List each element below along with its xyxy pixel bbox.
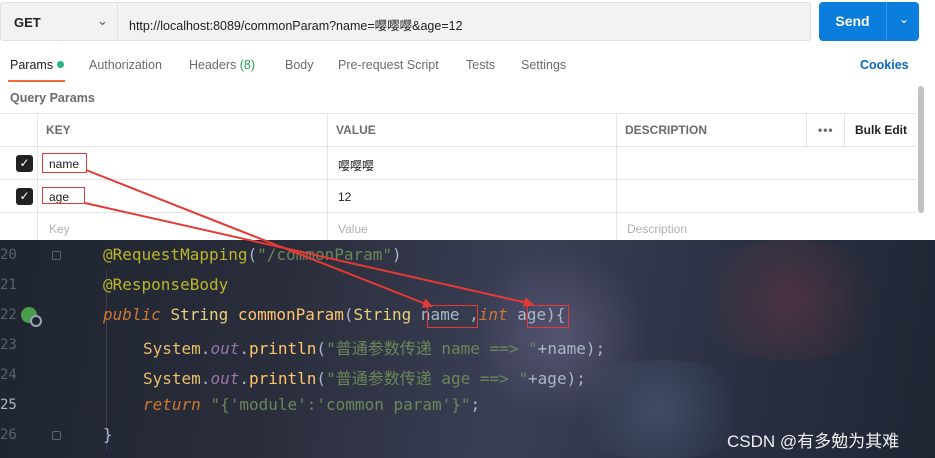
keyword-token: return [143, 395, 201, 414]
class-token: System [143, 369, 201, 388]
tab-authorization[interactable]: Authorization [89, 58, 162, 72]
fold-icon[interactable] [52, 431, 61, 440]
bulk-edit-button[interactable]: Bulk Edit [844, 114, 916, 146]
method-token: println [248, 369, 317, 388]
key-name-highlight [42, 153, 87, 173]
more-options-icon[interactable]: ••• [806, 114, 844, 146]
url-input[interactable]: http://localhost:8089/commonParam?name=嘤… [118, 2, 811, 41]
code-editor: 20 21 22 23 24 25 26 @RequestMapping("/c… [0, 240, 935, 458]
code-line-22: public String commonParam(String name ,i… [103, 305, 566, 324]
chevron-down-icon: ⌄ [97, 13, 108, 28]
send-label: Send [835, 13, 870, 29]
keyword-token: public [103, 305, 161, 324]
method-label: GET [14, 15, 41, 30]
send-button[interactable]: Send ⌄ [819, 2, 919, 41]
string-token: "{'module':'common param'}" [210, 395, 471, 414]
tab-tests[interactable]: Tests [466, 58, 495, 72]
send-divider [886, 2, 887, 41]
tab-headers-label: Headers [189, 58, 237, 72]
new-value-placeholder[interactable]: Value [327, 213, 616, 240]
query-params-title: Query Params [10, 91, 95, 105]
vertical-scrollbar[interactable] [918, 86, 924, 213]
string-token: "普通参数传递 name ==> " [326, 339, 538, 358]
column-header-key: KEY [37, 114, 327, 146]
indent-guide [106, 270, 107, 450]
tab-headers[interactable]: Headers (8) [189, 58, 255, 72]
annotation-token: @ResponseBody [103, 275, 229, 294]
code-line-20: @RequestMapping("/commonParam") [103, 245, 402, 264]
class-token: System [143, 339, 201, 358]
method-name-token: commonParam [237, 305, 344, 324]
key-age-highlight [42, 187, 85, 204]
method-token: println [248, 339, 317, 358]
background-art [680, 240, 900, 360]
var-token: name [547, 339, 586, 358]
tab-params-label: Params [10, 58, 54, 72]
params-active-dot-icon [57, 61, 65, 68]
param-description-cell[interactable] [616, 147, 916, 179]
line-number: 25 [0, 397, 17, 413]
type-token: String [353, 305, 412, 324]
string-token: "/commonParam" [257, 245, 392, 264]
line-number: 20 [0, 247, 17, 263]
param-age-highlight [527, 305, 569, 328]
cookies-link[interactable]: Cookies [860, 58, 909, 72]
line-number: 24 [0, 367, 17, 383]
spring-endpoint-icon[interactable] [21, 307, 42, 327]
line-number: 21 [0, 277, 17, 293]
column-header-value: VALUE [327, 114, 616, 146]
tab-settings[interactable]: Settings [521, 58, 566, 72]
line-number: 23 [0, 337, 17, 353]
field-token: out [210, 369, 240, 388]
code-line-26: } [103, 425, 113, 444]
table-row-new: Key Value Description [0, 213, 916, 240]
param-name-highlight [427, 305, 478, 328]
field-token: out [210, 339, 240, 358]
code-line-21: @ResponseBody [103, 275, 228, 294]
code-line-23: System.out.println("普通参数传递 name ==> "+na… [143, 339, 606, 358]
param-description-cell[interactable] [616, 180, 916, 212]
code-line-25: return "{'module':'common param'}"; [143, 395, 481, 414]
table-header-row: KEY VALUE DESCRIPTION ••• Bulk Edit [0, 114, 916, 147]
line-number: 26 [0, 427, 17, 443]
active-tab-indicator [8, 80, 65, 82]
method-select[interactable]: GET ⌄ [0, 2, 118, 41]
keyword-token: int [478, 305, 508, 324]
table-row: ✓ age 12 [0, 180, 916, 213]
string-token: "普通参数传递 age ==> " [326, 369, 529, 388]
query-params-table: KEY VALUE DESCRIPTION ••• Bulk Edit ✓ na… [0, 113, 916, 240]
var-token: age [537, 369, 567, 388]
new-key-placeholder[interactable]: Key [37, 213, 327, 240]
code-line-24: System.out.println("普通参数传递 age ==> "+age… [143, 369, 586, 388]
fold-icon[interactable] [52, 251, 61, 260]
param-value-cell[interactable]: 12 [327, 180, 616, 212]
row-checkbox[interactable]: ✓ [16, 155, 33, 172]
send-options-chevron-icon[interactable]: ⌄ [899, 12, 909, 26]
csdn-watermark: CSDN @有多勉为其难 [727, 432, 900, 451]
tab-params[interactable]: Params [10, 58, 65, 72]
row-checkbox[interactable]: ✓ [16, 188, 33, 205]
param-value-cell[interactable]: 嘤嘤嘤 [327, 147, 616, 179]
postman-request-panel: GET ⌄ http://localhost:8089/commonParam?… [0, 0, 935, 240]
tab-body[interactable]: Body [285, 58, 314, 72]
table-row: ✓ name 嘤嘤嘤 [0, 147, 916, 180]
request-tabs: Params Authorization Headers (8) Body Pr… [0, 56, 935, 82]
column-header-description: DESCRIPTION [616, 114, 806, 146]
annotation-token: @RequestMapping [103, 245, 248, 264]
tab-prerequest-script[interactable]: Pre-request Script [338, 58, 439, 72]
headers-count: (8) [239, 58, 256, 72]
line-number: 22 [0, 307, 17, 323]
type-token: String [170, 305, 229, 324]
new-description-placeholder[interactable]: Description [616, 213, 916, 240]
